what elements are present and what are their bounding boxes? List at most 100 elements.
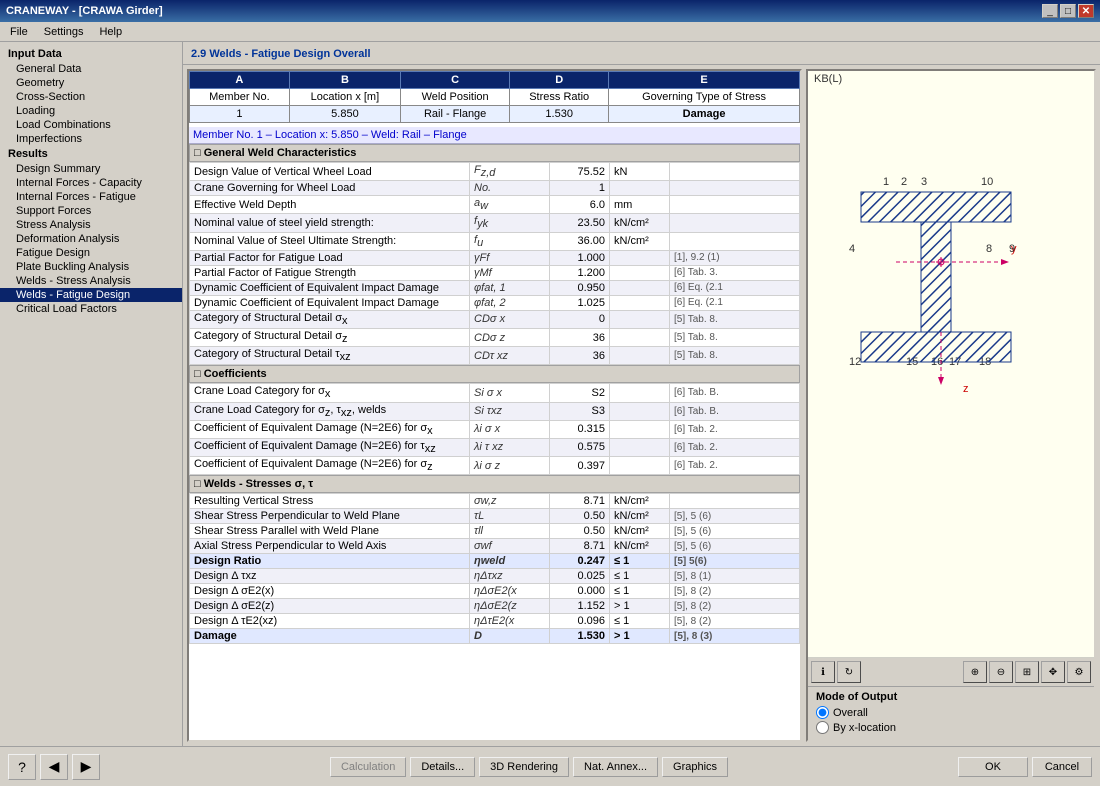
- title-text: CRANEWAY - [CRAWA Girder]: [6, 5, 163, 17]
- mode-section: Mode of Output Overall By x-location: [808, 686, 1094, 740]
- table-row: Dynamic Coefficient of Equivalent Impact…: [190, 295, 800, 310]
- bottom-left-buttons: ? ◀ ▶: [8, 754, 100, 780]
- table-row: Design Δ σE2(x) ηΔσE2(x 0.000 ≤ 1 [5], 8…: [190, 584, 800, 599]
- table-row: Resulting Vertical Stress σw,z 8.71 kN/c…: [190, 494, 800, 509]
- mode-by-x-option[interactable]: By x-location: [816, 721, 1086, 734]
- mode-by-x-radio[interactable]: [816, 721, 829, 734]
- table-row: Nominal value of steel yield strength: f…: [190, 214, 800, 232]
- sidebar-item-general-data[interactable]: General Data: [0, 62, 182, 76]
- section-general-header[interactable]: □ General Weld Characteristics: [189, 144, 800, 162]
- prev-button[interactable]: ◀: [40, 754, 68, 780]
- table-row: Shear Stress Parallel with Weld Plane τl…: [190, 524, 800, 539]
- mode-overall-option[interactable]: Overall: [816, 706, 1086, 719]
- next-button[interactable]: ▶: [72, 754, 100, 780]
- pan-button[interactable]: ✥: [1041, 661, 1065, 683]
- table-row: Category of Structural Detail τxz CDτ xz…: [190, 347, 800, 365]
- sidebar-item-load-combinations[interactable]: Load Combinations: [0, 118, 182, 132]
- maximize-button[interactable]: □: [1060, 4, 1076, 18]
- mode-by-x-label: By x-location: [833, 722, 896, 734]
- close-button[interactable]: ✕: [1078, 4, 1094, 18]
- sidebar-item-welds-stress[interactable]: Welds - Stress Analysis: [0, 274, 182, 288]
- section-coefficients-header[interactable]: □ Coefficients: [189, 365, 800, 383]
- settings-button[interactable]: ⚙: [1067, 661, 1091, 683]
- mode-overall-label: Overall: [833, 707, 868, 719]
- table-row: Coefficient of Equivalent Damage (N=2E6)…: [190, 438, 800, 456]
- sidebar-item-cross-section[interactable]: Cross-Section: [0, 90, 182, 104]
- table-row: Category of Structural Detail σx CDσ x 0…: [190, 310, 800, 328]
- menu-settings[interactable]: Settings: [38, 25, 90, 39]
- coefficients-table: Crane Load Category for σx Si σ x S2 [6]…: [189, 383, 800, 475]
- table-row: Nominal Value of Steel Ultimate Strength…: [190, 232, 800, 250]
- sidebar-item-internal-forces-fatigue[interactable]: Internal Forces - Fatigue: [0, 190, 182, 204]
- rendering-button[interactable]: 3D Rendering: [479, 757, 569, 777]
- title-bar: CRANEWAY - [CRAWA Girder] _ □ ✕: [0, 0, 1100, 22]
- menu-help[interactable]: Help: [93, 25, 128, 39]
- sidebar-item-stress-analysis[interactable]: Stress Analysis: [0, 218, 182, 232]
- info-button[interactable]: ℹ: [811, 661, 835, 683]
- sidebar-item-plate-buckling[interactable]: Plate Buckling Analysis: [0, 260, 182, 274]
- ok-button[interactable]: OK: [958, 757, 1028, 777]
- sidebar: Input Data General Data Geometry Cross-S…: [0, 42, 183, 746]
- sidebar-item-welds-fatigue[interactable]: Welds - Fatigue Design: [0, 288, 182, 302]
- zoom-out-button[interactable]: ⊖: [989, 661, 1013, 683]
- svg-text:9: 9: [1009, 243, 1015, 255]
- svg-text:10: 10: [981, 176, 993, 188]
- table-row: Damage D 1.530 > 1 [5], 8 (3): [190, 629, 800, 644]
- sidebar-item-internal-forces-capacity[interactable]: Internal Forces - Capacity: [0, 176, 182, 190]
- page-title: 2.9 Welds - Fatigue Design Overall: [191, 48, 371, 60]
- section-stresses-header[interactable]: □ Welds - Stresses σ, τ: [189, 475, 800, 493]
- svg-text:8: 8: [986, 243, 992, 255]
- cancel-button[interactable]: Cancel: [1032, 757, 1092, 777]
- content-header: 2.9 Welds - Fatigue Design Overall: [183, 42, 1100, 65]
- stresses-table: Resulting Vertical Stress σw,z 8.71 kN/c…: [189, 493, 800, 644]
- svg-text:2: 2: [901, 176, 907, 188]
- bottom-bar: ? ◀ ▶ Calculation Details... 3D Renderin…: [0, 746, 1100, 786]
- menu-file[interactable]: File: [4, 25, 34, 39]
- sidebar-item-geometry[interactable]: Geometry: [0, 76, 182, 90]
- table-row: Design Δ τxz ηΔτxz 0.025 ≤ 1 [5], 8 (1): [190, 569, 800, 584]
- sidebar-item-design-summary[interactable]: Design Summary: [0, 162, 182, 176]
- content-body: A B C D E Member No. Location x [m] Weld…: [183, 65, 1100, 746]
- graphics-toolbar: ℹ ↻ ⊕ ⊖ ⊞ ✥ ⚙: [808, 657, 1094, 686]
- table-row: Crane Load Category for σx Si σ x S2 [6]…: [190, 384, 800, 402]
- zoom-in-button[interactable]: ⊕: [963, 661, 987, 683]
- sidebar-item-deformation-analysis[interactable]: Deformation Analysis: [0, 232, 182, 246]
- sidebar-item-critical-load[interactable]: Critical Load Factors: [0, 302, 182, 316]
- bottom-right-buttons: OK Cancel: [958, 757, 1092, 777]
- graphics-label: KB(L): [808, 71, 1094, 87]
- general-weld-table: Design Value of Vertical Wheel Load Fz,d…: [189, 162, 800, 365]
- table-row: Partial Factor of Fatigue Strength γMf 1…: [190, 265, 800, 280]
- calculation-button[interactable]: Calculation: [330, 757, 406, 777]
- table-row: Crane Load Category for σz, τxz, welds S…: [190, 402, 800, 420]
- sidebar-item-fatigue-design[interactable]: Fatigue Design: [0, 246, 182, 260]
- location-text: Member No. 1 – Location x: 5.850 – Weld:…: [189, 127, 800, 144]
- summary-table: A B C D E Member No. Location x [m] Weld…: [189, 71, 800, 123]
- bottom-center-buttons: Calculation Details... 3D Rendering Nat.…: [330, 757, 728, 777]
- fit-button[interactable]: ⊞: [1015, 661, 1039, 683]
- table-row: Effective Weld Depth aw 6.0 mm: [190, 196, 800, 214]
- table-row: Partial Factor for Fatigue Load γFf 1.00…: [190, 250, 800, 265]
- col-b-header: B: [289, 72, 400, 89]
- table-row: Coefficient of Equivalent Damage (N=2E6)…: [190, 457, 800, 475]
- sidebar-item-loading[interactable]: Loading: [0, 104, 182, 118]
- table-row: Shear Stress Perpendicular to Weld Plane…: [190, 509, 800, 524]
- rotate-button[interactable]: ↻: [837, 661, 861, 683]
- details-button[interactable]: Details...: [410, 757, 475, 777]
- nat-annex-button[interactable]: Nat. Annex...: [573, 757, 658, 777]
- mode-overall-radio[interactable]: [816, 706, 829, 719]
- menu-bar: File Settings Help: [0, 22, 1100, 42]
- table-row: Design Ratio ηweld 0.247 ≤ 1 [5] 5(6): [190, 554, 800, 569]
- sidebar-item-imperfections[interactable]: Imperfections: [0, 132, 182, 146]
- table-row: Category of Structural Detail σz CDσ z 3…: [190, 328, 800, 346]
- graphics-button[interactable]: Graphics: [662, 757, 728, 777]
- minimize-button[interactable]: _: [1042, 4, 1058, 18]
- mode-title: Mode of Output: [816, 691, 1086, 703]
- help-button[interactable]: ?: [8, 754, 36, 780]
- data-panel: A B C D E Member No. Location x [m] Weld…: [187, 69, 802, 742]
- graphics-panel: KB(L) y z 1 2 3: [806, 69, 1096, 742]
- table-row: Design Value of Vertical Wheel Load Fz,d…: [190, 163, 800, 181]
- col-e-header: E: [609, 72, 800, 89]
- main-container: Input Data General Data Geometry Cross-S…: [0, 42, 1100, 746]
- sidebar-item-support-forces[interactable]: Support Forces: [0, 204, 182, 218]
- sidebar-section-input: Input Data: [0, 46, 182, 62]
